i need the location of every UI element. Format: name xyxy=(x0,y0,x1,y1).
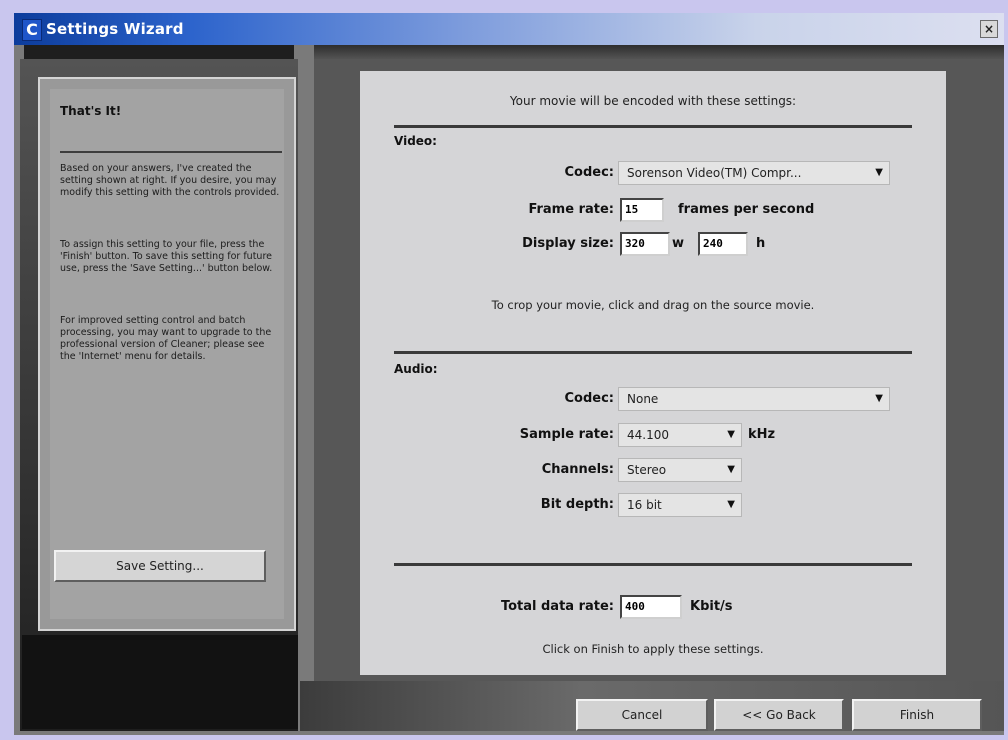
bit-depth-value: 16 bit xyxy=(627,498,662,512)
audio-codec-label: Codec: xyxy=(564,391,615,406)
display-width-unit: w xyxy=(672,236,685,251)
video-codec-dropdown[interactable]: Sorenson Video(TM) Compr... ▼ xyxy=(618,161,890,185)
channels-dropdown[interactable]: Stereo ▼ xyxy=(618,458,742,482)
instructions-divider xyxy=(60,151,282,153)
finish-instructions: Click on Finish to apply these settings. xyxy=(542,642,764,656)
sample-rate-dropdown[interactable]: 44.100 ▼ xyxy=(618,423,742,447)
settings-header: Your movie will be encoded with these se… xyxy=(509,94,797,108)
crop-instructions: To crop your movie, click and drag on th… xyxy=(491,298,815,312)
chevron-down-icon: ▼ xyxy=(727,429,735,440)
save-setting-button[interactable]: Save Setting... xyxy=(54,550,266,582)
chevron-down-icon: ▼ xyxy=(727,464,735,475)
total-data-rate-label: Total data rate: xyxy=(500,599,614,614)
title-bar: C Settings Wizard × xyxy=(14,13,1004,45)
finish-button[interactable]: Finish xyxy=(852,699,982,731)
total-data-rate-unit: Kbit/s xyxy=(690,599,733,614)
video-section-label: Video: xyxy=(394,134,437,148)
channels-value: Stereo xyxy=(627,463,667,477)
instructions-paragraph: For improved setting control and batch p… xyxy=(60,315,272,362)
section-divider xyxy=(394,563,912,566)
audio-codec-value: None xyxy=(627,392,659,406)
chevron-down-icon: ▼ xyxy=(875,167,883,178)
chevron-down-icon: ▼ xyxy=(875,393,883,404)
sample-rate-label: Sample rate: xyxy=(519,427,614,442)
frame-rate-input[interactable]: 15 xyxy=(620,198,664,222)
sample-rate-value: 44.100 xyxy=(627,428,669,442)
bit-depth-label: Bit depth: xyxy=(540,497,614,512)
display-size-label: Display size: xyxy=(522,236,614,251)
video-codec-value: Sorenson Video(TM) Compr... xyxy=(627,166,802,180)
bit-depth-dropdown[interactable]: 16 bit ▼ xyxy=(618,493,742,517)
close-button[interactable]: × xyxy=(980,20,998,38)
frame-rate-unit: frames per second xyxy=(678,202,815,217)
audio-codec-dropdown[interactable]: None ▼ xyxy=(618,387,890,411)
go-back-button[interactable]: << Go Back xyxy=(714,699,844,731)
left-frame-bottom xyxy=(22,635,298,729)
window-title: Settings Wizard xyxy=(46,20,184,38)
display-height-unit: h xyxy=(756,236,766,251)
sample-rate-unit: kHz xyxy=(748,427,776,442)
settings-panel: Your movie will be encoded with these se… xyxy=(360,71,946,675)
display-width-input[interactable]: 320 xyxy=(620,232,670,256)
instructions-panel: That's It! Based on your answers, I've c… xyxy=(38,77,296,631)
section-divider xyxy=(394,125,912,128)
instructions-paragraph: To assign this setting to your file, pre… xyxy=(60,239,273,274)
total-data-rate-input[interactable]: 400 xyxy=(620,595,682,619)
instructions-paragraph: Based on your answers, I've created the … xyxy=(60,163,280,198)
cancel-button[interactable]: Cancel xyxy=(576,699,708,731)
video-codec-label: Codec: xyxy=(564,165,615,180)
instructions-heading: That's It! xyxy=(60,104,122,118)
frame-rate-label: Frame rate: xyxy=(528,202,614,217)
settings-wizard-window: C Settings Wizard × That's It! Based on … xyxy=(14,13,1004,735)
audio-section-label: Audio: xyxy=(394,362,438,376)
chevron-down-icon: ▼ xyxy=(727,499,735,510)
app-icon: C xyxy=(22,19,42,41)
display-height-input[interactable]: 240 xyxy=(698,232,748,256)
instructions-inner: That's It! Based on your answers, I've c… xyxy=(50,89,284,619)
channels-label: Channels: xyxy=(541,462,614,477)
section-divider xyxy=(394,351,912,354)
